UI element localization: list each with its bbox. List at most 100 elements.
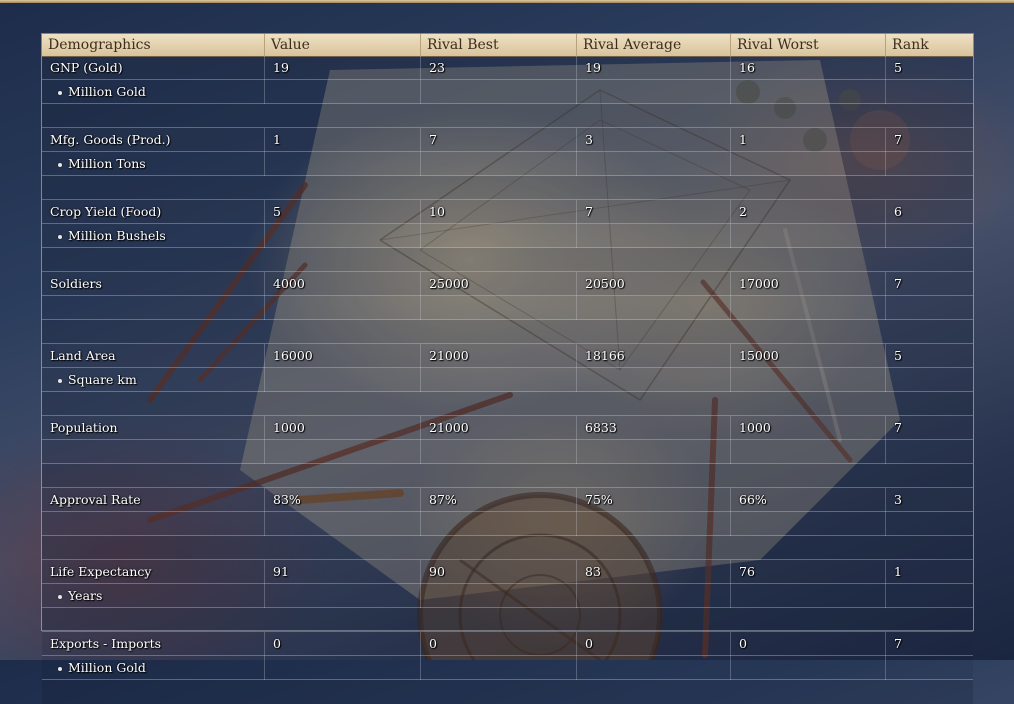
- demographics-table: Demographics Value Rival Best Rival Aver…: [41, 33, 974, 704]
- empty-cell: [265, 224, 421, 248]
- row-label: Approval Rate: [42, 488, 265, 512]
- empty-cell: [886, 296, 973, 320]
- empty-cell: [265, 368, 421, 392]
- unit-label: Square km: [42, 368, 265, 392]
- empty-cell: [577, 584, 731, 608]
- value-cell: 1000: [265, 416, 421, 440]
- empty-cell: [265, 512, 421, 536]
- rival-average-cell: 18166: [577, 344, 731, 368]
- table-spacer-row: [42, 464, 973, 488]
- value-cell: 19: [265, 56, 421, 80]
- empty-cell: [577, 80, 731, 104]
- rank-cell: 7: [894, 132, 902, 147]
- empty-cell: [265, 152, 421, 176]
- value-cell: 91: [265, 560, 421, 584]
- empty-cell: [421, 224, 577, 248]
- rival-average-cell: 0: [577, 632, 731, 656]
- rival-worst-cell: 15000: [731, 344, 886, 368]
- unit-label: Million Gold: [42, 80, 265, 104]
- table-row[interactable]: Approval Rate 83% 87% 75% 66% 3: [42, 488, 973, 512]
- rival-average-cell: 83: [577, 560, 731, 584]
- rival-best-cell: 25000: [421, 272, 577, 296]
- value-cell: 83%: [265, 488, 421, 512]
- table-spacer-row: [42, 392, 973, 416]
- empty-cell: [577, 512, 731, 536]
- empty-cell: [731, 296, 886, 320]
- table-subrow: [42, 512, 973, 536]
- rival-average-cell: 19: [577, 56, 731, 80]
- table-row[interactable]: GNP (Gold) 19 23 19 16 5: [42, 56, 973, 80]
- unit-text: Square km: [68, 372, 137, 387]
- table-row[interactable]: Life Expectancy 91 90 83 76 1: [42, 560, 973, 584]
- row-label: Exports - Imports: [42, 632, 265, 656]
- column-header-value[interactable]: Value: [265, 34, 421, 56]
- rank-cell: 7: [894, 636, 902, 651]
- table-spacer-row: [42, 176, 973, 200]
- table-row[interactable]: Mfg. Goods (Prod.) 1 7 3 1 7: [42, 128, 973, 152]
- table-row[interactable]: Soldiers 4000 25000 20500 17000 7: [42, 272, 973, 296]
- unit-label: [42, 440, 265, 464]
- rival-worst-cell: 17000: [731, 272, 886, 296]
- table-spacer-row: [42, 320, 973, 344]
- column-header-rival-best[interactable]: Rival Best: [421, 34, 577, 56]
- rival-worst-cell: 16: [731, 56, 886, 80]
- row-label: Mfg. Goods (Prod.): [42, 128, 265, 152]
- empty-cell: [577, 296, 731, 320]
- column-header-rival-worst[interactable]: Rival Worst: [731, 34, 886, 56]
- unit-text: Million Gold: [68, 84, 146, 99]
- empty-cell: [265, 440, 421, 464]
- empty-cell: [886, 368, 973, 392]
- empty-cell: [421, 296, 577, 320]
- table-row[interactable]: Crop Yield (Food) 5 10 7 2 6: [42, 200, 973, 224]
- rival-worst-cell: 1000: [731, 416, 886, 440]
- unit-text: Million Gold: [68, 660, 146, 675]
- column-header-demographics[interactable]: Demographics: [42, 34, 265, 56]
- rival-best-cell: 7: [421, 128, 577, 152]
- table-header: Demographics Value Rival Best Rival Aver…: [42, 34, 973, 57]
- empty-cell: [421, 584, 577, 608]
- table-subrow: Square km: [42, 368, 973, 392]
- row-label: GNP (Gold): [42, 56, 265, 80]
- column-header-rival-average[interactable]: Rival Average: [577, 34, 731, 56]
- empty-cell: [886, 440, 973, 464]
- unit-label: Million Bushels: [42, 224, 265, 248]
- rival-best-cell: 90: [421, 560, 577, 584]
- empty-cell: [421, 368, 577, 392]
- table-row[interactable]: Population 1000 21000 6833 1000 7: [42, 416, 973, 440]
- empty-cell: [731, 440, 886, 464]
- empty-cell: [731, 512, 886, 536]
- table-row[interactable]: Land Area 16000 21000 18166 15000 5: [42, 344, 973, 368]
- empty-cell: [731, 584, 886, 608]
- empty-cell: [886, 224, 973, 248]
- bullet-icon: [58, 666, 62, 671]
- column-header-rank[interactable]: Rank: [886, 34, 973, 56]
- bullet-icon: [58, 594, 62, 599]
- unit-label: [42, 296, 265, 320]
- empty-cell: [886, 584, 973, 608]
- empty-cell: [886, 152, 973, 176]
- unit-label: Years: [42, 584, 265, 608]
- empty-cell: [265, 584, 421, 608]
- table-subrow: [42, 296, 973, 320]
- window-top-border: [0, 0, 1014, 3]
- rank-cell: 7: [894, 276, 902, 291]
- bullet-icon: [58, 234, 62, 239]
- table-spacer-row: [42, 608, 973, 632]
- rival-best-cell: 21000: [421, 416, 577, 440]
- unit-text: Million Bushels: [68, 228, 166, 243]
- table-spacer-row: [42, 248, 973, 272]
- rival-best-cell: 87%: [421, 488, 577, 512]
- empty-cell: [731, 368, 886, 392]
- rival-worst-cell: 2: [731, 200, 886, 224]
- rank-cell: 3: [894, 492, 902, 507]
- unit-label: [42, 512, 265, 536]
- unit-text: Million Tons: [68, 156, 146, 171]
- table-subrow: Million Bushels: [42, 224, 973, 248]
- value-cell: 4000: [265, 272, 421, 296]
- empty-cell: [421, 512, 577, 536]
- bullet-icon: [58, 162, 62, 167]
- table-subrow: [42, 440, 973, 464]
- row-label: Soldiers: [42, 272, 265, 296]
- table-row[interactable]: Exports - Imports 0 0 0 0 7: [42, 632, 973, 656]
- empty-cell: [265, 296, 421, 320]
